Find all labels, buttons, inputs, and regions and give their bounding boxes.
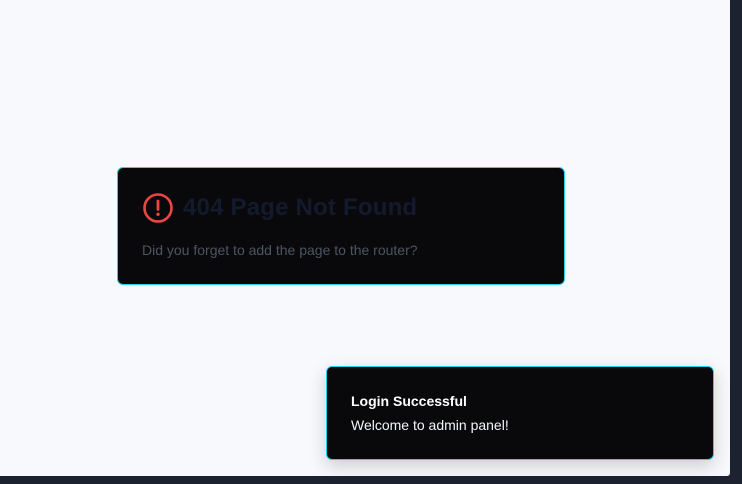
not-found-card: 404 Page Not Found Did you forget to add…: [117, 167, 565, 285]
card-header: 404 Page Not Found: [142, 192, 540, 224]
toast-description: Welcome to admin panel!: [351, 417, 509, 433]
toast-notification[interactable]: Login Successful Welcome to admin panel!: [326, 366, 714, 460]
app-viewport: 404 Page Not Found Did you forget to add…: [0, 0, 730, 476]
alert-circle-icon: [143, 193, 173, 223]
card-description: Did you forget to add the page to the ro…: [142, 242, 418, 258]
toast-title: Login Successful: [351, 393, 467, 409]
page-title: 404 Page Not Found: [183, 194, 418, 221]
